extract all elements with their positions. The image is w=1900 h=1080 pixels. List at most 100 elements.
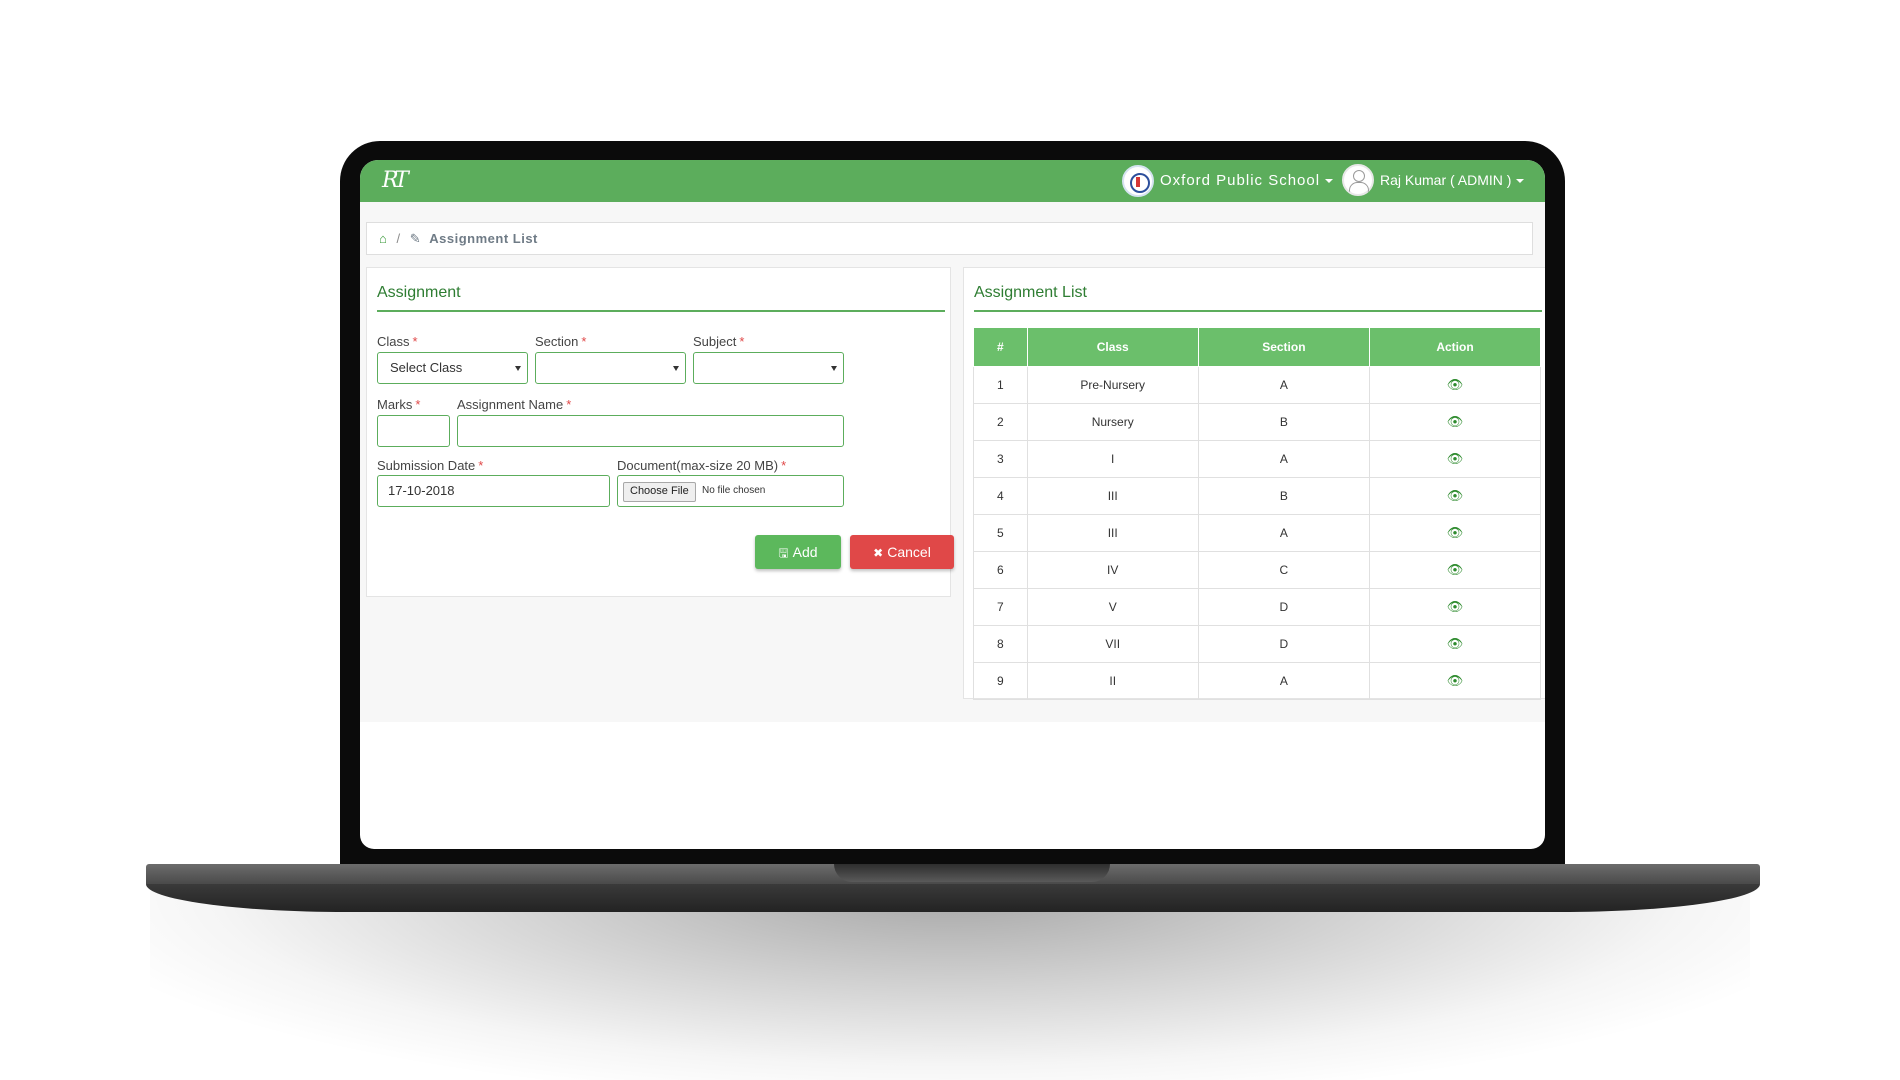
no-file-text: No file chosen (702, 485, 766, 496)
section-label: Section * (535, 334, 586, 349)
row-class: III (1026, 514, 1199, 552)
dropdown-arrow-icon (515, 366, 521, 371)
row-class: III (1026, 477, 1199, 515)
cancel-button[interactable]: ✖ Cancel (850, 535, 954, 569)
column-header-section[interactable]: Section (1197, 327, 1370, 367)
row-class: IV (1026, 551, 1199, 589)
top-navbar: RT Oxford Public School Raj Kumar ( ADMI… (360, 160, 1545, 202)
laptop-base-bottom (146, 884, 1760, 912)
assignment-name-input[interactable] (457, 415, 844, 447)
user-avatar-icon[interactable] (1342, 164, 1374, 196)
row-action: 👁 (1368, 366, 1542, 404)
assignment-name-label-text: Assignment Name (457, 397, 564, 412)
table-row: 6 IV C 👁 (973, 551, 1542, 589)
user-menu[interactable]: Raj Kumar ( ADMIN ) (1380, 172, 1525, 188)
close-icon: ✖ (873, 546, 884, 560)
required-mark: * (739, 334, 745, 349)
row-action: 👁 (1368, 551, 1542, 589)
row-action: 👁 (1368, 440, 1542, 478)
main-content: ⌂ / ✎ Assignment List Assignment Class * … (360, 202, 1545, 722)
required-mark: * (412, 334, 418, 349)
table-row: 1 Pre-Nursery A 👁 (973, 366, 1542, 404)
row-action: 👁 (1368, 477, 1542, 515)
row-class: I (1026, 440, 1199, 478)
row-class: VII (1026, 625, 1199, 663)
required-mark: * (781, 458, 787, 473)
assignment-table: # Class Section Action 1 Pre-Nursery A 👁 (973, 327, 1542, 700)
marks-label: Marks * (377, 397, 420, 412)
column-header-class[interactable]: Class (1026, 327, 1199, 367)
form-title: Assignment (377, 284, 945, 312)
submission-date-label-text: Submission Date (377, 458, 476, 473)
row-action: 👁 (1368, 662, 1542, 700)
submission-date-input[interactable]: 17-10-2018 (377, 475, 610, 507)
table-row: 7 V D 👁 (973, 588, 1542, 626)
marks-input[interactable] (377, 415, 450, 447)
row-action: 👁 (1368, 588, 1542, 626)
document-label-text: Document(max-size 20 MB) (617, 458, 779, 473)
row-number: 5 (973, 514, 1028, 552)
submission-date-label: Submission Date * (377, 458, 483, 473)
eye-icon[interactable]: 👁 (1447, 451, 1464, 466)
user-name: Raj Kumar ( ADMIN ) (1380, 172, 1512, 188)
marks-label-text: Marks (377, 397, 413, 412)
table-row: 2 Nursery B 👁 (973, 403, 1542, 441)
column-header-action: Action (1368, 327, 1542, 367)
eye-icon[interactable]: 👁 (1447, 636, 1464, 651)
table-header-row: # Class Section Action (973, 327, 1542, 367)
row-section: C (1197, 551, 1370, 589)
laptop-notch (834, 864, 1110, 882)
row-class: V (1026, 588, 1199, 626)
school-logo-icon[interactable] (1122, 165, 1154, 197)
breadcrumb-current: Assignment List (429, 231, 538, 246)
eye-icon[interactable]: 👁 (1447, 414, 1464, 429)
eye-icon[interactable]: 👁 (1447, 562, 1464, 577)
subject-label: Subject * (693, 334, 744, 349)
table-row: 3 I A 👁 (973, 440, 1542, 478)
eye-icon[interactable]: 👁 (1447, 377, 1464, 392)
table-row: 9 II A 👁 (973, 662, 1542, 700)
dropdown-arrow-icon (831, 366, 837, 371)
eye-icon[interactable]: 👁 (1447, 673, 1464, 688)
row-class: Nursery (1026, 403, 1199, 441)
laptop-screen: RT Oxford Public School Raj Kumar ( ADMI… (360, 160, 1545, 849)
document-file-input[interactable]: Choose File No file chosen (617, 475, 844, 507)
row-class: Pre-Nursery (1026, 366, 1199, 404)
row-section: A (1197, 366, 1370, 404)
section-select[interactable] (535, 352, 686, 384)
section-label-text: Section (535, 334, 579, 349)
eye-icon[interactable]: 👁 (1447, 599, 1464, 614)
required-mark: * (566, 397, 572, 412)
row-action: 👁 (1368, 514, 1542, 552)
dropdown-arrow-icon (673, 366, 679, 371)
eye-icon[interactable]: 👁 (1447, 488, 1464, 503)
table-row: 5 III A 👁 (973, 514, 1542, 552)
pencil-icon: ✎ (409, 231, 421, 246)
assignment-name-label: Assignment Name * (457, 397, 571, 412)
table-row: 4 III B 👁 (973, 477, 1542, 515)
class-label-text: Class (377, 334, 410, 349)
app-logo[interactable]: RT (382, 166, 416, 196)
row-number: 6 (973, 551, 1028, 589)
class-select[interactable]: Select Class (377, 352, 528, 384)
row-number: 1 (973, 366, 1028, 404)
row-section: B (1197, 403, 1370, 441)
add-button[interactable]: 🖫 Add (755, 535, 841, 569)
row-section: D (1197, 625, 1370, 663)
home-icon[interactable]: ⌂ (379, 231, 387, 246)
required-mark: * (415, 397, 421, 412)
caret-down-icon (1516, 179, 1525, 184)
eye-icon[interactable]: 👁 (1447, 525, 1464, 540)
list-title: Assignment List (974, 284, 1542, 312)
subject-select[interactable] (693, 352, 844, 384)
breadcrumb: ⌂ / ✎ Assignment List (366, 222, 1533, 255)
column-header-number[interactable]: # (973, 327, 1028, 367)
choose-file-button[interactable]: Choose File (623, 482, 696, 502)
required-mark: * (581, 334, 587, 349)
class-select-value: Select Class (390, 360, 463, 375)
school-selector[interactable]: Oxford Public School (1160, 172, 1334, 189)
row-number: 3 (973, 440, 1028, 478)
caret-down-icon (1325, 179, 1334, 184)
add-button-label: Add (792, 544, 818, 560)
row-section: A (1197, 440, 1370, 478)
